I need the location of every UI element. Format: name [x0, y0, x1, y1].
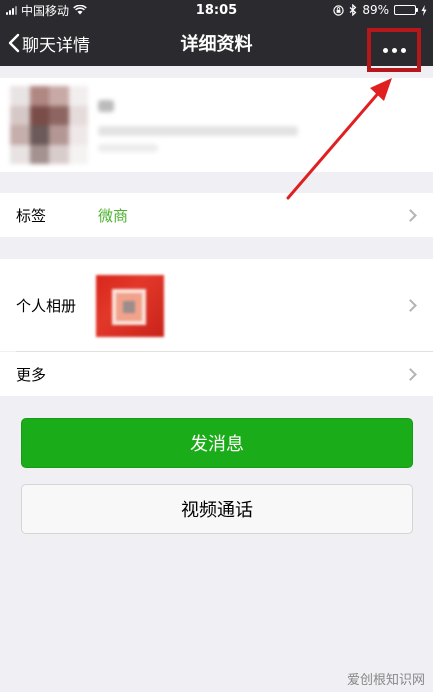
wifi-icon: [73, 5, 87, 15]
nav-bar: 聊天详情 详细资料: [0, 20, 433, 72]
region-blurred: [98, 144, 158, 152]
back-button[interactable]: 聊天详情: [8, 20, 90, 66]
chevron-right-icon: [404, 298, 417, 312]
more-dots-icon: [382, 47, 388, 53]
avatar[interactable]: [10, 86, 88, 164]
watermark: 爱创根知识网: [346, 673, 425, 688]
album-row[interactable]: 个人相册: [0, 259, 433, 351]
back-label: 聊天详情: [22, 35, 90, 56]
chevron-right-icon: [404, 208, 417, 222]
album-label: 个人相册: [16, 296, 77, 315]
tags-row[interactable]: 标签 微商: [0, 193, 433, 237]
album-thumbnail: [96, 275, 164, 337]
tags-value: 微商: [98, 206, 129, 225]
chevron-right-icon: [404, 367, 417, 381]
status-right: 89%: [287, 3, 427, 17]
charging-icon: [421, 4, 427, 16]
status-time: 18:05: [195, 2, 238, 18]
bluetooth-icon: [349, 4, 357, 16]
wechat-id-blurred: [98, 126, 298, 136]
more-row[interactable]: 更多: [0, 352, 433, 396]
orientation-lock-icon: [333, 4, 345, 16]
status-bar: 中国移动 18:05 89%: [0, 0, 433, 20]
tags-label: 标签: [16, 206, 47, 225]
profile-header[interactable]: [0, 78, 433, 172]
carrier-label: 中国移动: [21, 3, 70, 18]
more-button[interactable]: [367, 28, 421, 72]
battery-icon: [394, 5, 418, 15]
nickname-blurred: [98, 100, 114, 112]
status-left: 中国移动: [6, 2, 146, 19]
signal-icon: [6, 5, 17, 15]
battery-percent: 89%: [362, 3, 389, 17]
send-message-button[interactable]: 发消息: [21, 418, 413, 468]
more-label: 更多: [16, 365, 47, 384]
chevron-left-icon: [8, 33, 20, 53]
video-call-button[interactable]: 视频通话: [21, 484, 413, 534]
